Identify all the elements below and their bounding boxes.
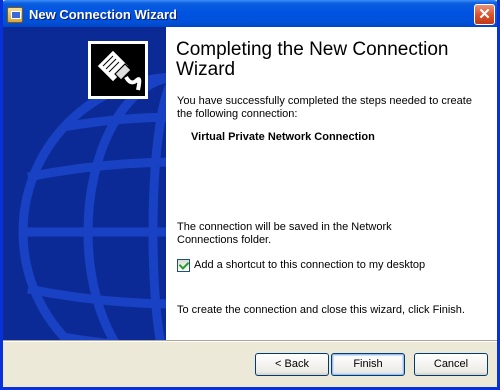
title-bar[interactable]: New Connection Wizard ✕ [3, 0, 497, 30]
wizard-window: New Connection Wizard ✕ Completing the N… [0, 0, 500, 390]
window-title: New Connection Wizard [29, 7, 177, 22]
wizard-content: Completing the New Connection Wizard You… [166, 27, 497, 340]
cancel-button[interactable]: Cancel [414, 353, 488, 376]
back-button[interactable]: < Back [255, 353, 329, 376]
network-cable-icon [88, 41, 148, 99]
wizard-banner [3, 27, 166, 340]
finish-button[interactable]: Finish [331, 353, 405, 376]
close-button[interactable]: ✕ [474, 4, 495, 25]
save-note: The connection will be saved in the Netw… [177, 221, 392, 246]
divider [3, 340, 497, 342]
page-title: Completing the New Connection Wizard [176, 39, 449, 80]
close-icon: ✕ [478, 6, 491, 23]
network-connection-icon [7, 7, 23, 23]
shortcut-checkbox[interactable] [177, 259, 190, 272]
shortcut-checkbox-label[interactable]: Add a shortcut to this connection to my … [194, 259, 425, 271]
finish-note: To create the connection and close this … [177, 304, 465, 316]
connection-name: Virtual Private Network Connection [191, 131, 375, 143]
intro-text: You have successfully completed the step… [177, 95, 472, 120]
